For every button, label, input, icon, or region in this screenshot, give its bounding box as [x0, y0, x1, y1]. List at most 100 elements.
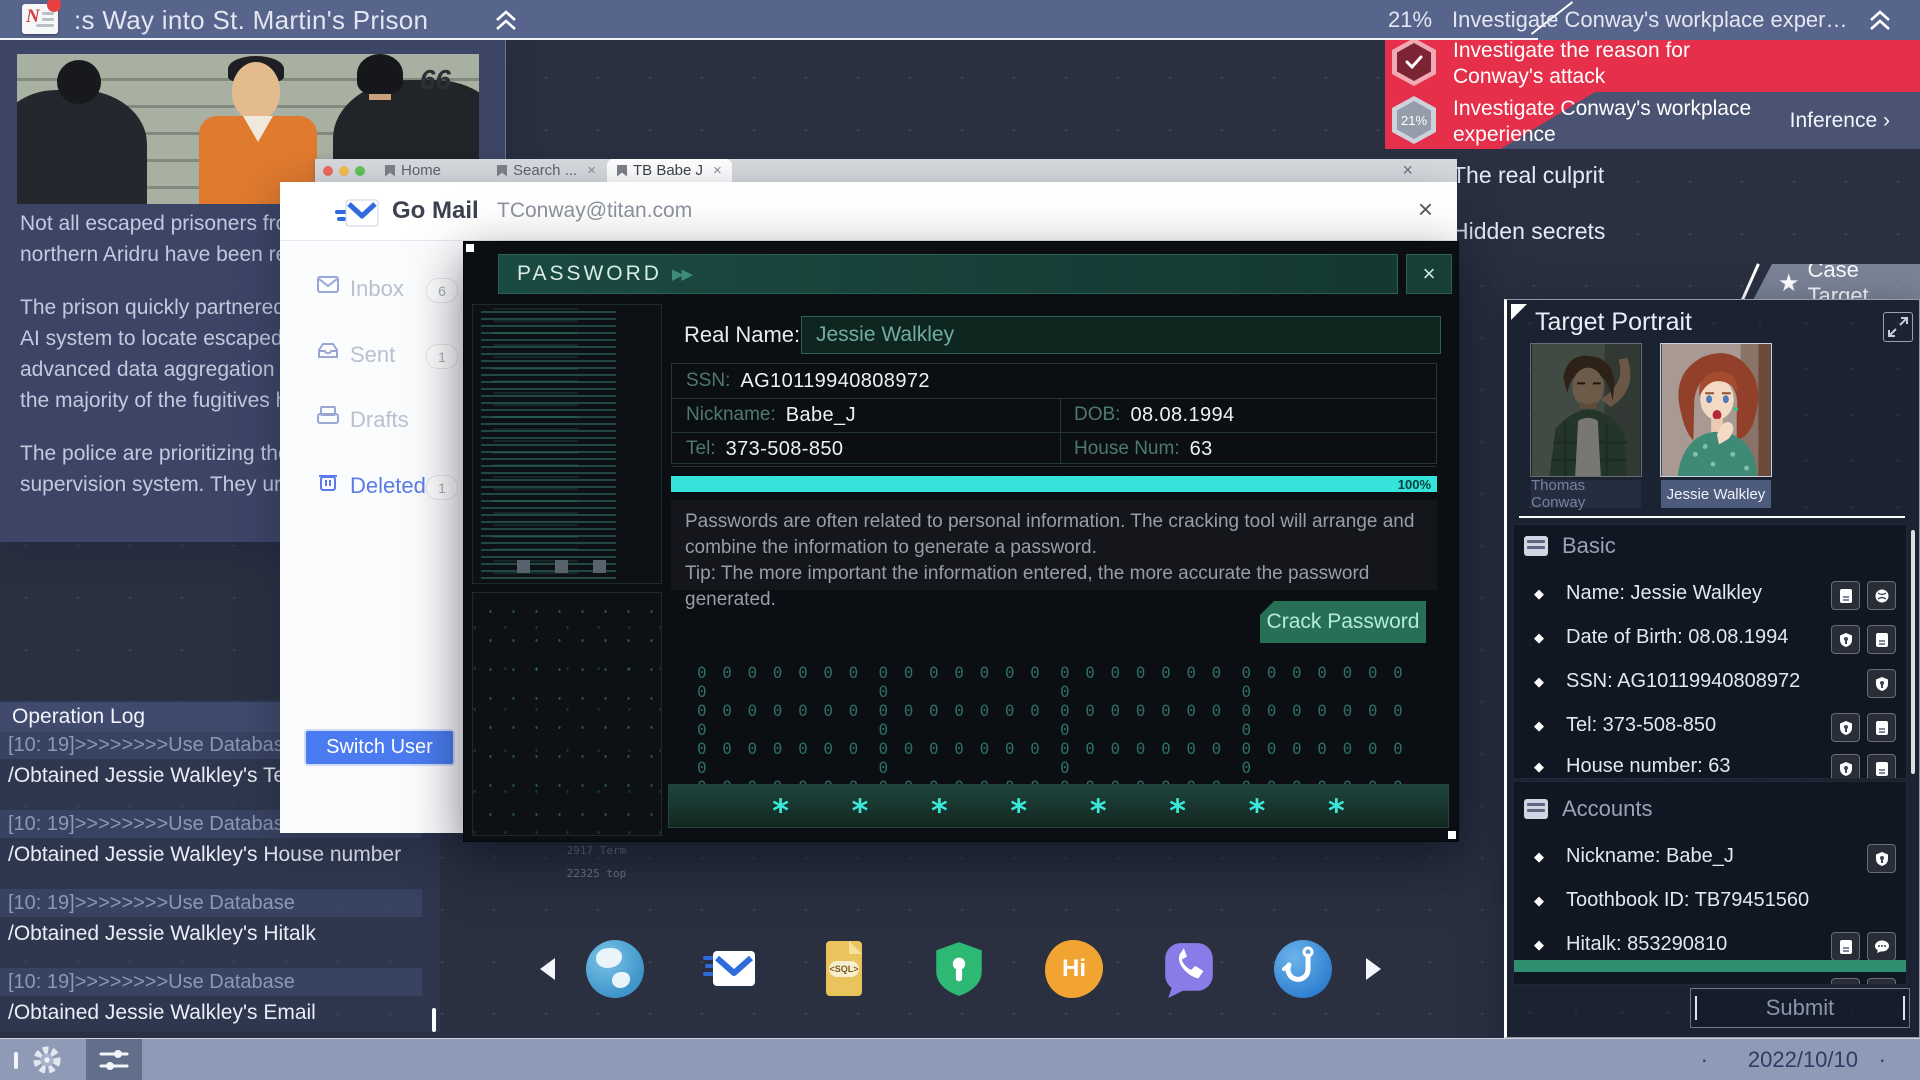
password-title-bar[interactable]: PASSWORD ▶▶	[498, 254, 1398, 294]
tab-home[interactable]: Home	[375, 159, 451, 182]
accounts-section: Accounts ◆ Nickname: Babe_J ◆ Toothbook …	[1513, 781, 1907, 985]
gomail-close-button[interactable]: ×	[1418, 194, 1433, 225]
task-completed-row[interactable]: Investigate the reason for Conway's atta…	[1385, 33, 1920, 92]
case-target-panel: Target Portrait Thomas Conway Jessie Wal…	[1504, 299, 1920, 1038]
task-current-row[interactable]: 21% Investigate Conway's workplace exper…	[1385, 92, 1920, 149]
top-bar: N :s Way into St. Martin's Prison 21% In…	[0, 0, 1920, 40]
inbox-count-badge: 6	[426, 278, 458, 303]
info-row-tel: ◆ Tel: 373-508-850	[1514, 713, 1906, 742]
folder-deleted[interactable]: Deleted 1	[280, 467, 463, 507]
task-progress-percent: 21%	[1388, 7, 1433, 32]
document-icon	[1831, 978, 1860, 984]
shield-lock-icon[interactable]	[1867, 669, 1896, 698]
inference-link[interactable]: Inference ›	[1790, 109, 1890, 133]
operation-log-toggle-icon[interactable]	[86, 1039, 142, 1080]
tab-close-icon[interactable]: ×	[713, 162, 722, 179]
browser-close-light[interactable]	[323, 166, 333, 176]
browser-zoom-light[interactable]	[355, 166, 365, 176]
task-complete-hex-icon	[1392, 38, 1436, 86]
notebook-pencil-icon	[1524, 799, 1548, 819]
document-icon[interactable]	[1867, 713, 1896, 742]
task-locked-row: Hidden secrets	[1452, 218, 1606, 244]
sql-icon-label: <SQL>	[829, 961, 859, 977]
window-resize-handle[interactable]	[466, 244, 474, 252]
trash-icon	[316, 471, 340, 491]
target-portrait-title: Target Portrait	[1535, 308, 1693, 336]
folder-drafts[interactable]: Drafts	[280, 401, 463, 441]
folder-sent[interactable]: Sent 1	[280, 336, 463, 376]
info-row-toothbook: ◆ Toothbook ID: TB79451560	[1534, 889, 1810, 911]
sent-tray-icon	[316, 340, 340, 360]
binary-rain-panel	[472, 592, 662, 836]
panel-collapse-icon[interactable]	[1883, 312, 1913, 342]
collapse-news-icon[interactable]	[492, 8, 520, 34]
table-row: SSN: AG10119940808972	[672, 364, 1436, 399]
bookmark-icon	[497, 164, 507, 177]
gomail-account-email: TConway@titan.com	[497, 199, 693, 222]
document-icon[interactable]	[1831, 581, 1860, 610]
browser-minimize-light[interactable]	[339, 166, 349, 176]
basic-section-header: Basic	[1524, 533, 1616, 559]
settings-gear-icon[interactable]	[30, 1043, 64, 1077]
panel-scrollbar[interactable]	[1911, 530, 1915, 774]
folder-inbox[interactable]: Inbox 6	[280, 270, 463, 310]
hitalk-app-icon[interactable]: Hi	[1045, 940, 1103, 998]
phone-chat-app-icon[interactable]	[1160, 940, 1218, 998]
notification-dot	[47, 0, 61, 12]
inbox-envelope-icon	[316, 274, 340, 294]
password-cracker-window: PASSWORD ▶▶ × Real Name: SSN: AG10119940…	[463, 241, 1459, 842]
tab-close-icon[interactable]: ×	[587, 162, 596, 179]
tab-tb-babe-j[interactable]: TB Babe J ×	[607, 159, 732, 182]
document-icon[interactable]	[1867, 625, 1896, 654]
tab-search[interactable]: Search ... ×	[487, 159, 606, 182]
switch-user-button[interactable]: Switch User	[306, 731, 453, 764]
document-icon[interactable]	[1867, 754, 1896, 778]
portrait-thomas-conway[interactable]	[1530, 343, 1642, 477]
shield-lock-icon[interactable]	[1831, 713, 1860, 742]
cracker-description: Passwords are often related to personal …	[671, 500, 1437, 610]
hook-app-icon[interactable]	[1274, 940, 1332, 998]
gomail-app-icon[interactable]	[701, 940, 759, 998]
log-entry-meta: [10: 19]>>>>>>>>Use Database	[0, 889, 422, 917]
password-candidates-grid: 0 0 0 0 0 0 0 00 0 0 0 0 0 0 00 0 0 0 0 …	[697, 663, 1406, 815]
real-name-input[interactable]	[801, 316, 1441, 354]
document-icon[interactable]	[1831, 932, 1860, 961]
browser-app-icon[interactable]	[586, 940, 644, 998]
panel-corner-mark	[1511, 304, 1527, 320]
info-row-name: ◆ Name: Jessie Walkley	[1514, 581, 1906, 610]
chat-bubble-icon[interactable]	[1867, 932, 1896, 961]
info-row-nickname: ◆ Nickname: Babe_J	[1514, 844, 1906, 873]
progress-percent: 100%	[1397, 476, 1431, 492]
shield-lock-icon[interactable]	[1831, 625, 1860, 654]
current-task-title: Investigate Conway's workplace experie…	[1452, 7, 1852, 32]
portrait-name-thomas: Thomas Conway	[1531, 477, 1641, 511]
password-close-button[interactable]: ×	[1406, 254, 1452, 294]
crack-password-button[interactable]: Crack Password	[1260, 601, 1426, 643]
password-shield-app-icon[interactable]	[930, 940, 988, 998]
log-entry-text: /Obtained Jessie Walkley's Tel	[8, 764, 290, 787]
sql-database-app-icon[interactable]: <SQL>	[815, 940, 873, 998]
info-row-house: ◆ House number: 63	[1514, 754, 1906, 778]
real-name-label: Real Name:	[684, 322, 801, 347]
basic-info-section: Basic ◆ Name: Jessie Walkley ◆ Date of B…	[1513, 524, 1907, 779]
dock-next-arrow-icon[interactable]	[1366, 958, 1381, 980]
dock-prev-arrow-icon[interactable]	[540, 958, 555, 980]
log-scrollbar[interactable]	[432, 1008, 436, 1032]
globe-icon[interactable]	[1867, 581, 1896, 610]
gomail-header: Go Mail TConway@titan.com ×	[280, 182, 1457, 241]
portrait-jessie-walkley[interactable]	[1660, 343, 1772, 477]
shield-lock-icon[interactable]	[1867, 844, 1896, 873]
shield-lock-icon[interactable]	[1831, 754, 1860, 778]
info-row-dob: ◆ Date of Birth: 08.08.1994	[1514, 625, 1906, 654]
desktop: PhysMem: 81 VM: 1034G vs ==> Processi ==…	[0, 0, 1920, 1080]
new-item-highlight-bar	[1514, 960, 1906, 972]
crack-progress-bar: 100%	[671, 476, 1437, 492]
browser-window: Home Search ... × TB Babe J × ×	[315, 159, 1457, 182]
code-stream-panel	[472, 304, 662, 584]
collapse-tasks-icon[interactable]	[1866, 8, 1894, 34]
browser-close-button[interactable]: ×	[1402, 160, 1413, 181]
window-resize-handle[interactable]	[1448, 831, 1456, 839]
cracked-password-field: * * * * * * * *	[668, 784, 1449, 830]
submit-button[interactable]: Submit	[1690, 988, 1910, 1028]
drafts-icon	[316, 405, 340, 425]
